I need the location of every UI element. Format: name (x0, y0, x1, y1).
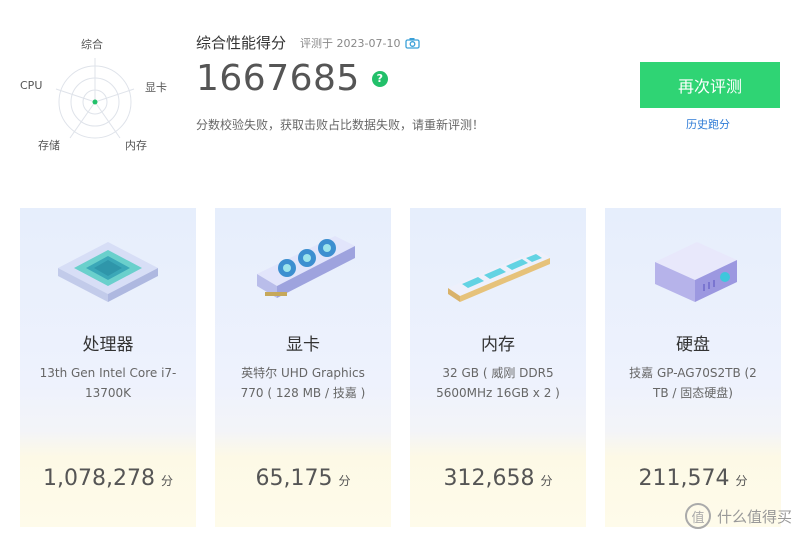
score-value: 211,574 (638, 466, 730, 491)
radar-center-dot (92, 99, 98, 105)
card-title: 显卡 (286, 335, 320, 355)
card-memory: 内存 32 GB ( 威刚 DDR5 5600MHz 16GB x 2 ) 31… (410, 208, 586, 527)
card-desc: 32 GB ( 威刚 DDR5 5600MHz 16GB x 2 ) (436, 366, 560, 400)
page-title: 综合性能得分 (196, 34, 287, 52)
validation-warning: 分数校验失败，获取击败占比数据失败，请重新评测！ (196, 118, 485, 132)
card-cpu: 处理器 13th Gen Intel Core i7-13700K 1,078,… (20, 208, 196, 527)
score-row: 1667685 ? (196, 58, 388, 99)
card-desc: 13th Gen Intel Core i7-13700K (39, 366, 177, 400)
card-score: 1,078,278 分 (20, 466, 196, 491)
score-unit: 分 (338, 474, 351, 488)
score-unit: 分 (160, 474, 173, 488)
card-disk: 硬盘 技嘉 GP-AG70S2TB (2 TB / 固态硬盘) 211,574 分 (605, 208, 781, 527)
score-unit: 分 (735, 474, 748, 488)
card-score: 65,175 分 (215, 466, 391, 491)
watermark: 值 什么值得买 (684, 503, 792, 529)
hard-drive-icon (633, 232, 753, 312)
graphics-card-icon (243, 232, 363, 312)
cpu-chip-icon (48, 232, 168, 312)
watermark-text: 什么值得买 (716, 507, 792, 526)
radar-grid (55, 58, 135, 139)
card-gpu: 显卡 英特尔 UHD Graphics 770 ( 128 MB / 技嘉 ) … (215, 208, 391, 527)
retest-button[interactable]: 再次评测 (640, 62, 780, 108)
radar-label-cpu: CPU (20, 79, 43, 92)
score-value: 65,175 (255, 466, 333, 491)
card-title: 内存 (481, 335, 515, 355)
radar-label-gpu: 显卡 (145, 81, 167, 94)
card-desc: 英特尔 UHD Graphics 770 ( 128 MB / 技嘉 ) (240, 366, 366, 400)
performance-radar: 综合 CPU 显卡 存储 内存 (10, 30, 180, 160)
score-value: 312,658 (443, 466, 535, 491)
score-header: 综合性能得分 评测于 2023-07-10 (196, 32, 421, 53)
watermark-logo-icon: 值 (684, 503, 711, 529)
card-title: 硬盘 (676, 335, 710, 355)
score-value: 1,078,278 (43, 466, 155, 491)
card-title: 处理器 (82, 335, 134, 355)
memory-stick-icon (438, 232, 558, 312)
card-score: 211,574 分 (605, 466, 781, 491)
card-desc: 技嘉 GP-AG70S2TB (2 TB / 固态硬盘) (629, 366, 757, 400)
history-scores-link[interactable]: 历史跑分 (686, 116, 730, 132)
score-unit: 分 (540, 474, 553, 488)
camera-icon[interactable] (405, 37, 421, 49)
help-icon[interactable]: ? (371, 70, 388, 87)
eval-date: 评测于 2023-07-10 (300, 36, 401, 50)
card-score: 312,658 分 (410, 466, 586, 491)
overall-score: 1667685 (196, 58, 360, 99)
